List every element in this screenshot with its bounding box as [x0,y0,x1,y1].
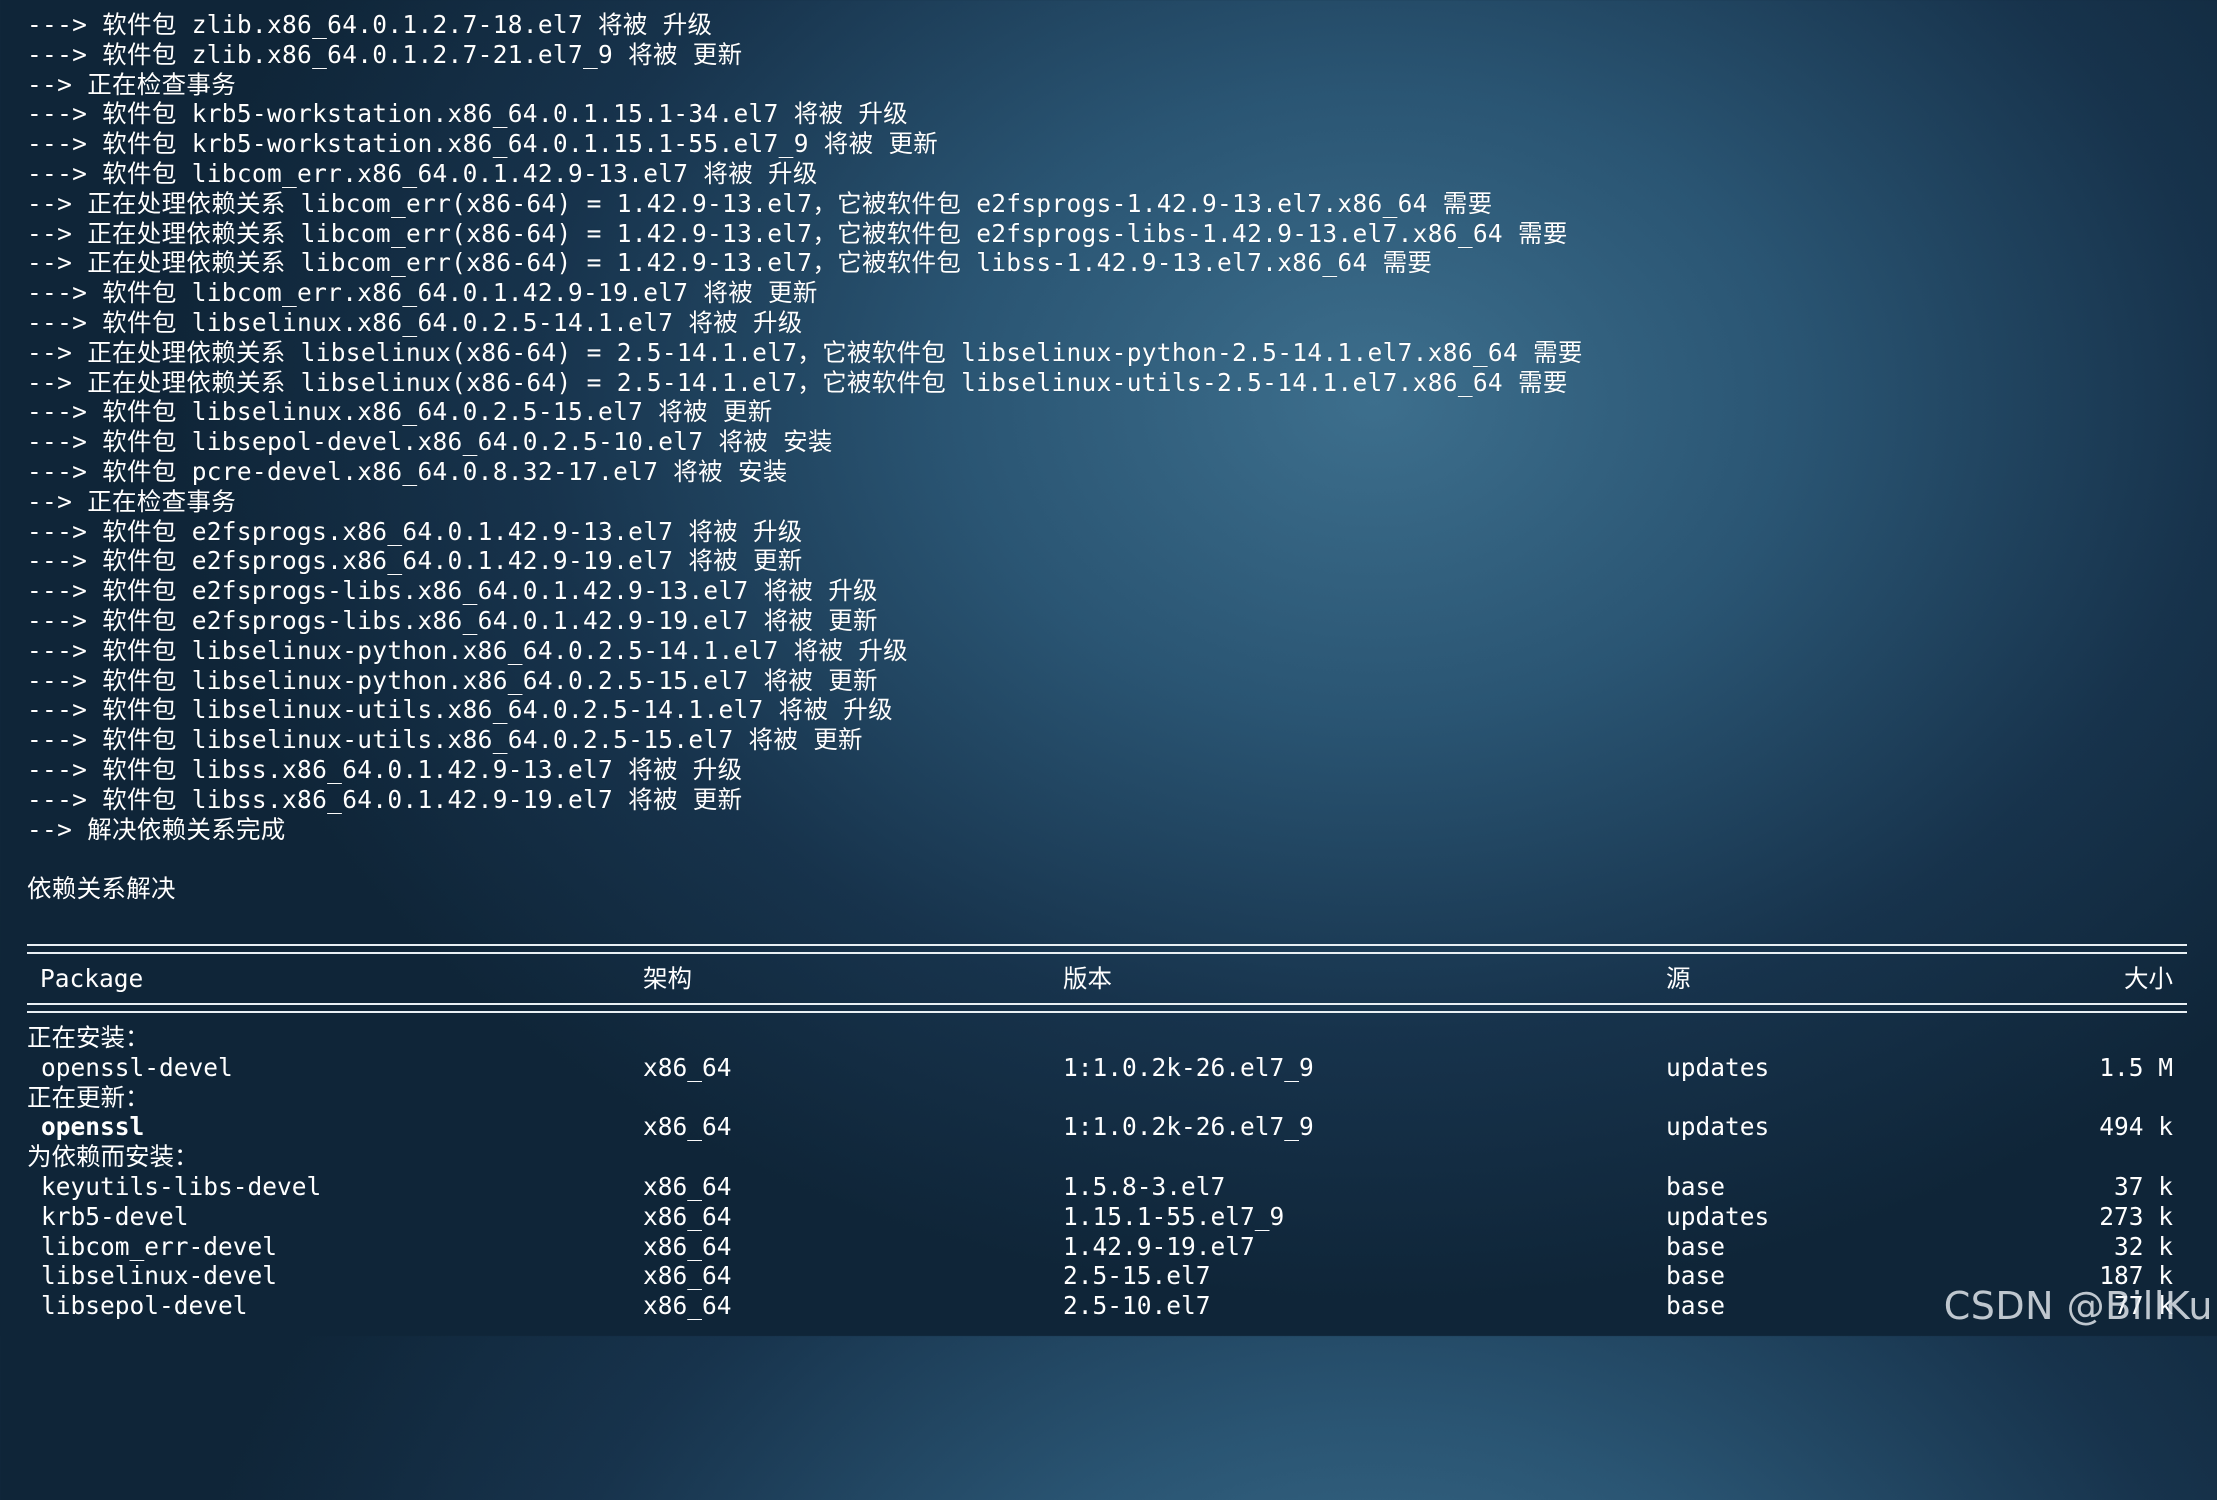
cell-package: libsepol-devel [41,1291,248,1321]
log-line: ---> 软件包 libselinux.x86_64.0.2.5-15.el7 … [27,397,773,427]
table-rule-top [27,934,2187,964]
log-line: ---> 软件包 libselinux-python.x86_64.0.2.5-… [27,635,908,665]
log-line: ---> 软件包 libselinux-python.x86_64.0.2.5-… [27,665,878,695]
table-row: openssl-devel x86_64 1:1.0.2k-26.el7_9 u… [27,1053,2187,1083]
table-row: openssl x86_64 1:1.0.2k-26.el7_9 updates… [27,1112,2187,1142]
table-header-row: Package 架构 版本 源 大小 [27,964,2187,994]
table-row: krb5-devel x86_64 1.15.1-55.el7_9 update… [27,1202,2187,1232]
group-title-updating: 正在更新： [27,1082,150,1112]
cell-arch: x86_64 [643,1291,732,1321]
group-title-deps: 为依赖而安装： [27,1142,199,1172]
log-line: ---> 软件包 krb5-workstation.x86_64.0.1.15.… [27,99,908,129]
cell-size: 32 k [2113,1231,2173,1261]
log-line: ---> 软件包 zlib.x86_64.0.1.2.7-18.el7 将被 升… [27,10,713,39]
cell-size: 37 k [2113,1172,2173,1202]
cell-version: 2.5-15.el7 [1063,1261,1211,1291]
cell-arch: x86_64 [643,1052,732,1082]
cell-arch: x86_64 [643,1231,732,1261]
log-line: ---> 软件包 e2fsprogs-libs.x86_64.0.1.42.9-… [27,576,878,606]
cell-repo: updates [1666,1112,1770,1142]
log-line: ---> 软件包 e2fsprogs.x86_64.0.1.42.9-13.el… [27,516,803,546]
log-line: ---> 软件包 libselinux-utils.x86_64.0.2.5-1… [27,695,893,725]
log-line: --> 解决依赖关系完成 [27,814,286,844]
cell-version: 1:1.0.2k-26.el7_9 [1063,1052,1314,1082]
table-row: libsepol-devel x86_64 2.5-10.el7 base 77… [27,1291,2187,1321]
log-line: ---> 软件包 e2fsprogs.x86_64.0.1.42.9-19.el… [27,546,803,576]
header-size: 大小 [2124,963,2173,993]
table-rule-header [27,993,2187,1023]
log-line: --> 正在处理依赖关系 libselinux(x86-64) = 2.5-14… [27,367,1568,397]
cell-arch: x86_64 [643,1201,732,1231]
cell-repo: base [1666,1172,1726,1202]
cell-repo: base [1666,1231,1726,1261]
group-title-installing: 正在安装： [27,1023,150,1053]
log-line: ---> 软件包 libss.x86_64.0.1.42.9-13.el7 将被… [27,754,743,784]
cell-version: 1.5.8-3.el7 [1063,1172,1226,1202]
log-line: ---> 软件包 libss.x86_64.0.1.42.9-19.el7 将被… [27,784,743,814]
header-repo: 源 [1666,963,1691,993]
cell-package: libselinux-devel [41,1261,278,1291]
log-line: --> 正在处理依赖关系 libcom_err(x86-64) = 1.42.9… [27,248,1433,278]
yum-log: ---> 软件包 zlib.x86_64.0.1.2.7-18.el7 将被 升… [27,10,2187,844]
cell-size: 494 k [2099,1112,2173,1142]
log-line: ---> 软件包 zlib.x86_64.0.1.2.7-21.el7_9 将被… [27,39,743,69]
cell-package: openssl-devel [41,1052,233,1082]
log-line: --> 正在处理依赖关系 libselinux(x86-64) = 2.5-14… [27,337,1583,367]
cell-size: 1.5 M [2099,1052,2173,1082]
header-package: Package [40,963,144,993]
cell-version: 1.42.9-19.el7 [1063,1231,1255,1261]
log-line: --> 正在处理依赖关系 libcom_err(x86-64) = 1.42.9… [27,188,1493,218]
cell-package: openssl [41,1112,145,1142]
log-line: ---> 软件包 libselinux.x86_64.0.2.5-14.1.el… [27,307,803,337]
cell-version: 1.15.1-55.el7_9 [1063,1201,1285,1231]
table-row: libcom_err-devel x86_64 1.42.9-19.el7 ba… [27,1232,2187,1262]
cell-arch: x86_64 [643,1261,732,1291]
cell-repo: updates [1666,1052,1770,1082]
log-line: ---> 软件包 krb5-workstation.x86_64.0.1.15.… [27,129,939,159]
cell-version: 1:1.0.2k-26.el7_9 [1063,1112,1314,1142]
cell-version: 2.5-10.el7 [1063,1291,1211,1321]
cell-repo: base [1666,1291,1726,1321]
terminal-output: ---> 软件包 zlib.x86_64.0.1.2.7-18.el7 将被 升… [27,10,2187,1326]
cell-size: 273 k [2099,1201,2173,1231]
log-line: --> 正在处理依赖关系 libcom_err(x86-64) = 1.42.9… [27,218,1568,248]
header-version: 版本 [1063,963,1112,993]
cell-repo: base [1666,1261,1726,1291]
resolved-heading: 依赖关系解决 [27,874,176,904]
log-line: ---> 软件包 libsepol-devel.x86_64.0.2.5-10.… [27,427,833,457]
cell-package: libcom_err-devel [41,1231,278,1261]
cell-arch: x86_64 [643,1172,732,1202]
header-arch: 架构 [643,963,692,993]
cell-package: krb5-devel [41,1201,189,1231]
log-line: ---> 软件包 e2fsprogs-libs.x86_64.0.1.42.9-… [27,605,878,635]
log-line: --> 正在检查事务 [27,486,237,516]
log-line: --> 正在检查事务 [27,69,237,99]
table-row: libselinux-devel x86_64 2.5-15.el7 base … [27,1261,2187,1291]
cell-arch: x86_64 [643,1112,732,1142]
log-line: ---> 软件包 libcom_err.x86_64.0.1.42.9-13.e… [27,158,818,188]
log-line: ---> 软件包 libselinux-utils.x86_64.0.2.5-1… [27,725,863,755]
log-line: ---> 软件包 pcre-devel.x86_64.0.8.32-17.el7… [27,456,788,486]
cell-repo: updates [1666,1201,1770,1231]
cell-package: keyutils-libs-devel [41,1172,322,1202]
log-line: ---> 软件包 libcom_err.x86_64.0.1.42.9-19.e… [27,278,818,308]
table-row: keyutils-libs-devel x86_64 1.5.8-3.el7 b… [27,1172,2187,1202]
csdn-watermark: CSDN @BillKu [1943,1284,2213,1328]
